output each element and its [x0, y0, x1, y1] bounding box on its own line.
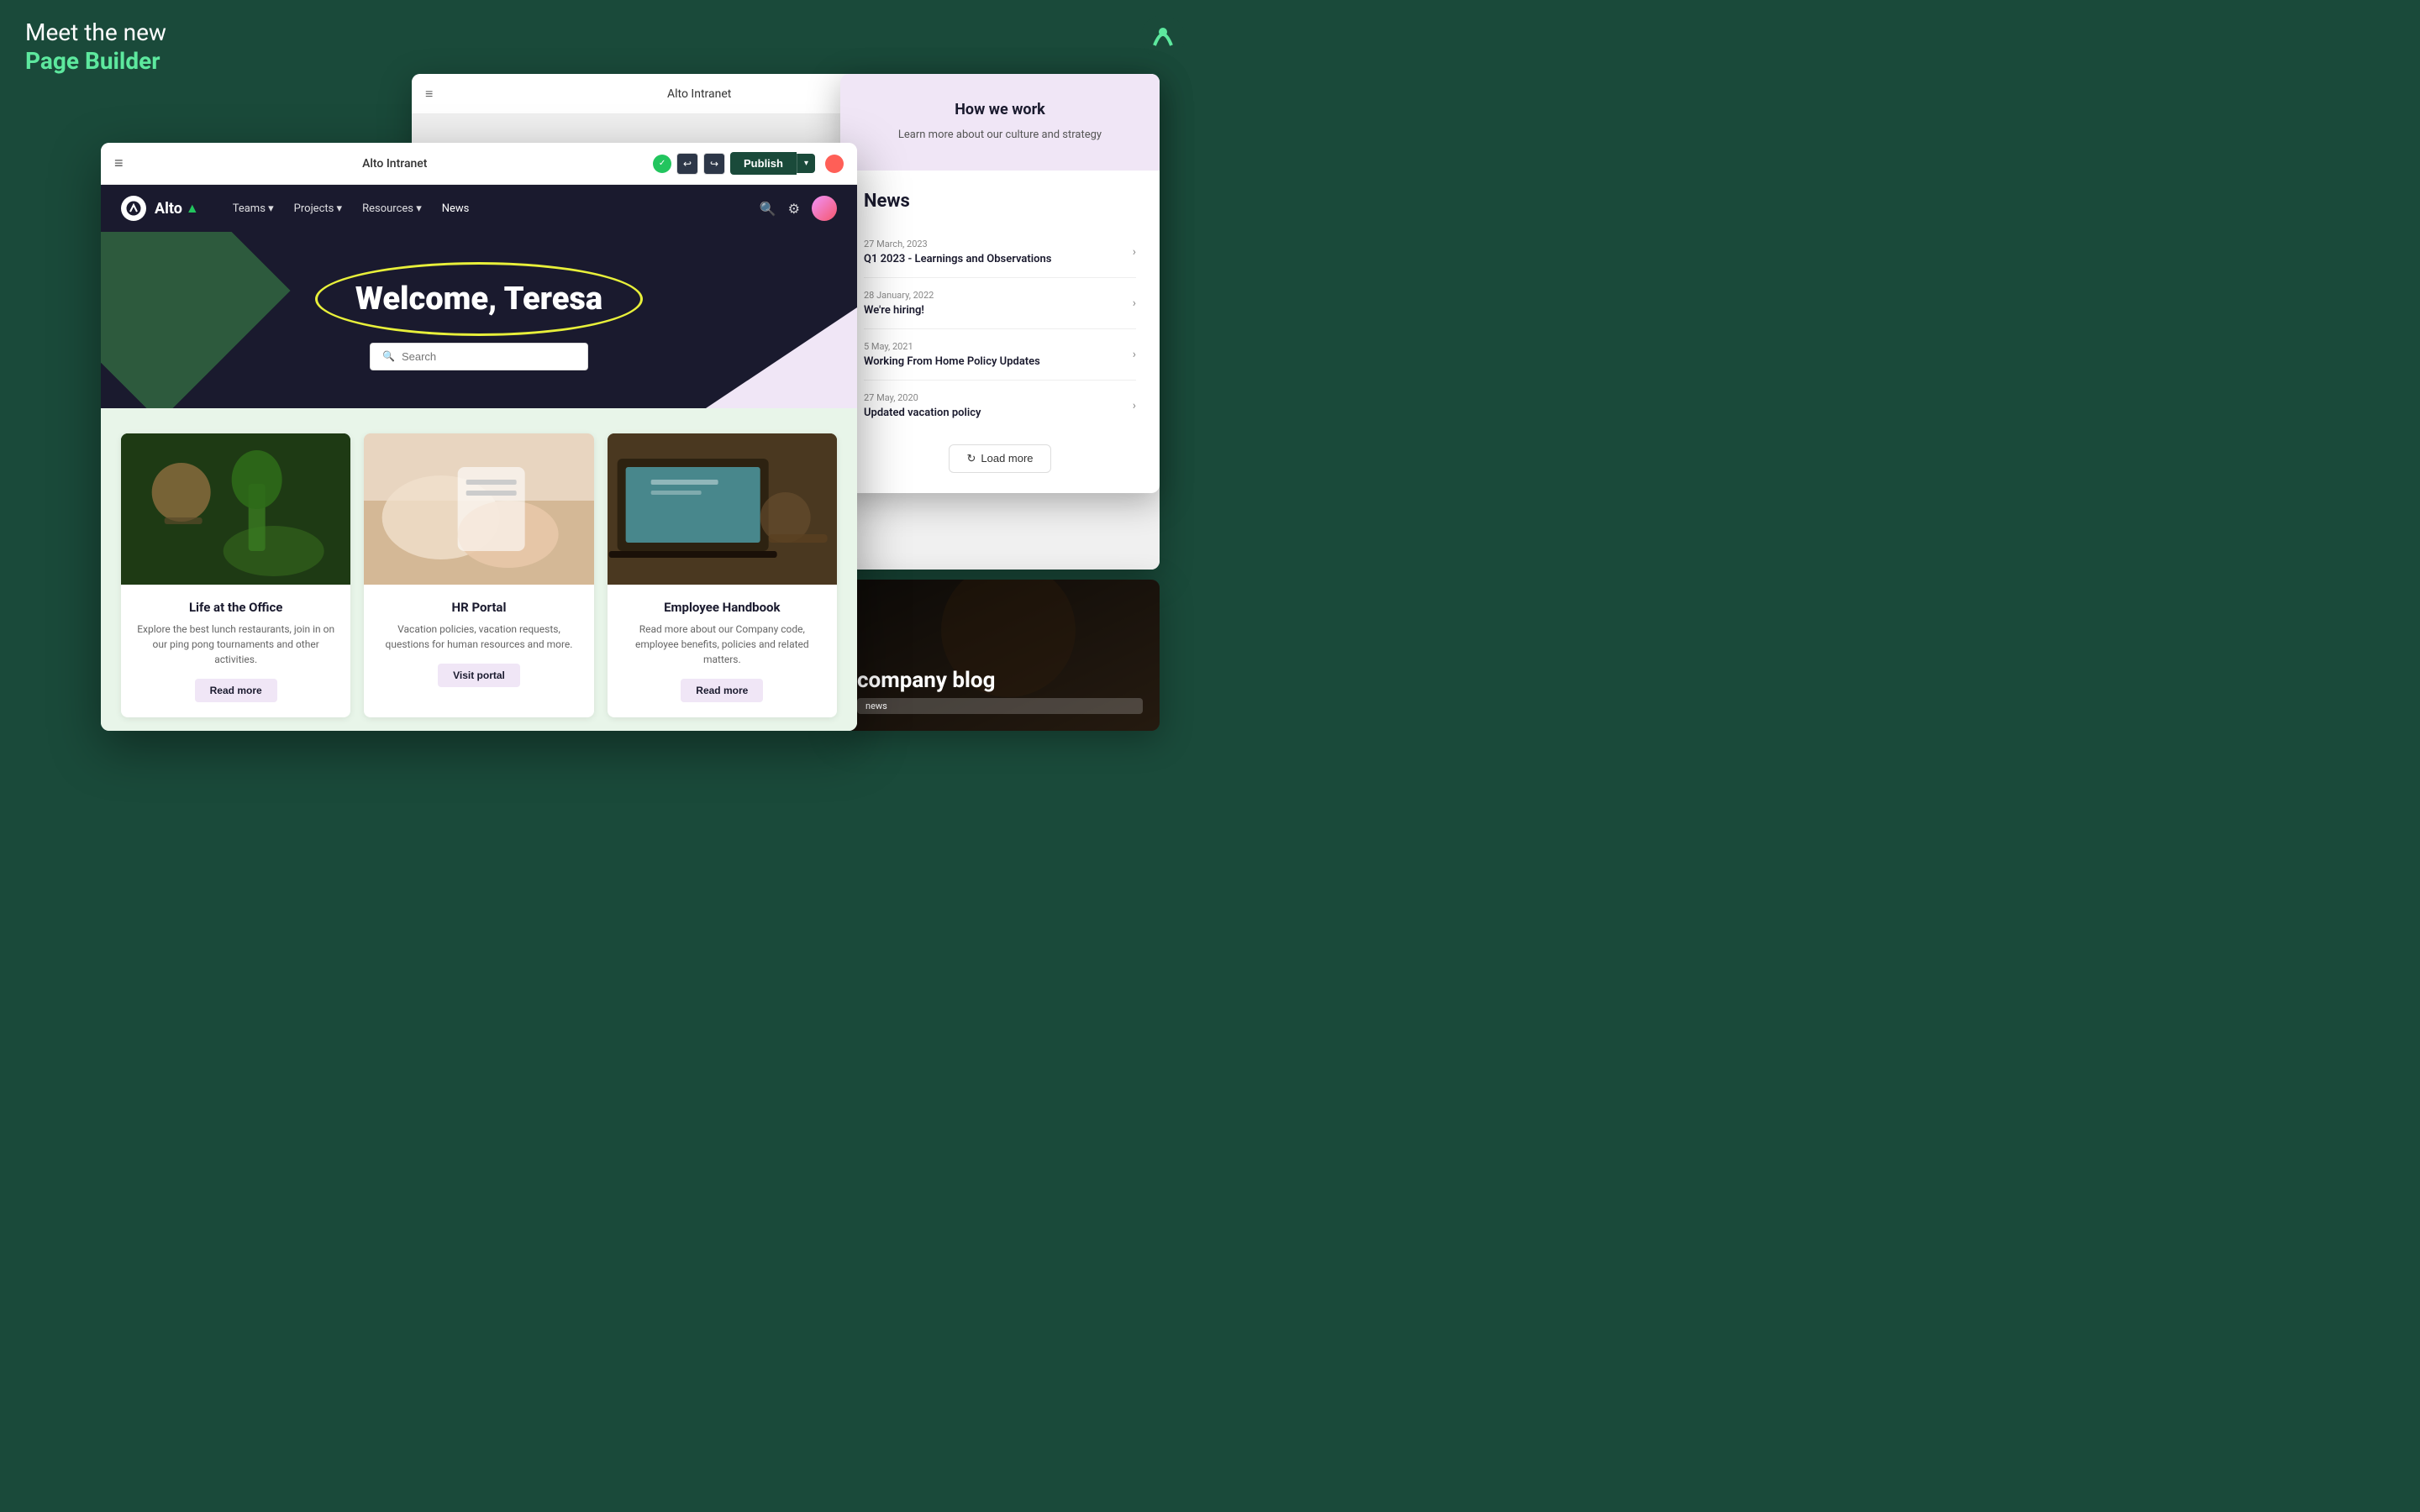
blog-title-prefix: c	[857, 668, 869, 693]
hero-section: Welcome, Teresa 🔍	[101, 232, 857, 408]
card-hr-body: HR Portal Vacation policies, vacation re…	[364, 585, 593, 702]
front-redo-button[interactable]: ↪	[703, 153, 725, 175]
news-item-3-date: 5 May, 2021	[864, 341, 1040, 352]
nav-avatar[interactable]	[812, 196, 837, 221]
front-site-title: Alto Intranet	[137, 157, 654, 171]
nav-logo-area: Alto ▲	[121, 196, 199, 221]
brand-logo	[1141, 15, 1185, 59]
front-status-indicator: ✓	[653, 155, 671, 173]
news-section: News 27 March, 2023 Q1 2023 - Learnings …	[840, 171, 1160, 493]
headline-line2: Page Builder	[25, 47, 166, 76]
card-handbook: Employee Handbook Read more about our Co…	[608, 433, 837, 717]
nav-link-projects[interactable]: Projects ▾	[294, 202, 342, 215]
news-item-1-date: 27 March, 2023	[864, 239, 1051, 249]
nav-links: Teams ▾ Projects ▾ Resources ▾ News	[233, 202, 760, 215]
cards-section: Life at the Office Explore the best lunc…	[101, 408, 857, 731]
search-bar-icon: 🔍	[382, 350, 395, 362]
nav-right-area: 🔍 ⚙	[760, 196, 837, 221]
blog-tag: news	[857, 698, 1143, 714]
news-item-1-chevron: ›	[1133, 245, 1136, 259]
front-close-button[interactable]: ×	[825, 155, 844, 173]
nav-logo-text: Alto ▲	[155, 200, 199, 218]
company-blog-preview[interactable]: company blog news	[840, 580, 1160, 731]
nav-settings-icon[interactable]: ⚙	[788, 201, 800, 217]
how-we-work-title: How we work	[864, 101, 1136, 118]
hero-title-wrapper: Welcome, Teresa	[332, 270, 626, 328]
news-item-4-chevron: ›	[1133, 399, 1136, 412]
card-handbook-image	[608, 433, 837, 585]
right-panel: How we work Learn more about our culture…	[840, 74, 1160, 493]
hero-diamond-decoration	[101, 232, 291, 408]
hero-pink-triangle	[706, 307, 857, 408]
card-office: Life at the Office Explore the best lunc…	[121, 433, 350, 717]
card-hr-title: HR Portal	[377, 600, 580, 615]
card-office-body: Life at the Office Explore the best lunc…	[121, 585, 350, 717]
news-item-2-headline: We're hiring!	[864, 304, 934, 317]
front-publish-button[interactable]: Publish	[730, 152, 797, 175]
back-menu-icon[interactable]: ≡	[425, 86, 433, 102]
how-we-work-section: How we work Learn more about our culture…	[840, 74, 1160, 171]
news-item-3-chevron: ›	[1133, 348, 1136, 361]
news-item-2-date: 28 January, 2022	[864, 290, 934, 301]
blog-overlay: company blog news	[840, 580, 1160, 731]
card-office-button[interactable]: Read more	[195, 679, 277, 702]
card-hr-button[interactable]: Visit portal	[438, 664, 520, 687]
hero-title: Welcome, Teresa	[355, 281, 602, 318]
news-item-4-headline: Updated vacation policy	[864, 407, 981, 419]
news-item-4[interactable]: 27 May, 2020 Updated vacation policy ›	[864, 381, 1136, 431]
front-undo-button[interactable]: ↩	[676, 153, 698, 175]
nav-link-resources[interactable]: Resources ▾	[362, 202, 422, 215]
news-heading: News	[864, 191, 1136, 212]
card-hr: HR Portal Vacation policies, vacation re…	[364, 433, 593, 717]
news-item-3[interactable]: 5 May, 2021 Working From Home Policy Upd…	[864, 329, 1136, 381]
card-office-desc: Explore the best lunch restaurants, join…	[134, 622, 337, 667]
news-item-3-headline: Working From Home Policy Updates	[864, 355, 1040, 368]
load-more-button[interactable]: ↻ Load more	[949, 444, 1050, 473]
news-item-2-chevron: ›	[1133, 297, 1136, 310]
nav-logo-icon	[121, 196, 146, 221]
news-item-2[interactable]: 28 January, 2022 We're hiring! ›	[864, 278, 1136, 329]
search-input[interactable]	[402, 350, 576, 363]
nav-logo-arrow: ▲	[186, 200, 199, 217]
card-handbook-desc: Read more about our Company code, employ…	[621, 622, 823, 667]
blog-title: company blog	[857, 668, 1143, 693]
nav-search-icon[interactable]: 🔍	[760, 201, 776, 217]
card-office-image	[121, 433, 350, 585]
front-publish-button-group: Publish ▾	[730, 152, 815, 175]
card-office-title: Life at the Office	[134, 600, 337, 615]
news-item-4-date: 27 May, 2020	[864, 392, 981, 403]
news-item-1[interactable]: 27 March, 2023 Q1 2023 - Learnings and O…	[864, 227, 1136, 278]
front-toolbar: ≡ Alto Intranet ✓ ↩ ↪ Publish ▾ ×	[101, 143, 857, 185]
how-we-work-description: Learn more about our culture and strateg…	[864, 127, 1136, 144]
load-more-label: Load more	[981, 452, 1033, 465]
news-item-1-headline: Q1 2023 - Learnings and Observations	[864, 253, 1051, 265]
front-publish-dropdown[interactable]: ▾	[797, 154, 815, 173]
card-hr-image	[364, 433, 593, 585]
browser-window-front: ≡ Alto Intranet ✓ ↩ ↪ Publish ▾ ×	[101, 143, 857, 731]
nav-link-news[interactable]: News	[442, 202, 470, 215]
nav-link-teams[interactable]: Teams ▾	[233, 202, 274, 215]
intranet-content: Alto ▲ Teams ▾ Projects ▾ Resources ▾ Ne…	[101, 185, 857, 731]
headline-line1: Meet the new	[25, 18, 166, 47]
card-handbook-body: Employee Handbook Read more about our Co…	[608, 585, 837, 717]
background-headline: Meet the new Page Builder	[25, 18, 166, 75]
front-toolbar-actions: ✓ ↩ ↪ Publish ▾ ×	[653, 152, 844, 175]
search-bar[interactable]: 🔍	[370, 343, 588, 370]
front-menu-icon[interactable]: ≡	[114, 155, 124, 172]
card-handbook-title: Employee Handbook	[621, 600, 823, 615]
card-handbook-button[interactable]: Read more	[681, 679, 763, 702]
card-hr-desc: Vacation policies, vacation requests, qu…	[377, 622, 580, 652]
load-more-icon: ↻	[966, 452, 976, 465]
intranet-nav: Alto ▲ Teams ▾ Projects ▾ Resources ▾ Ne…	[101, 185, 857, 232]
